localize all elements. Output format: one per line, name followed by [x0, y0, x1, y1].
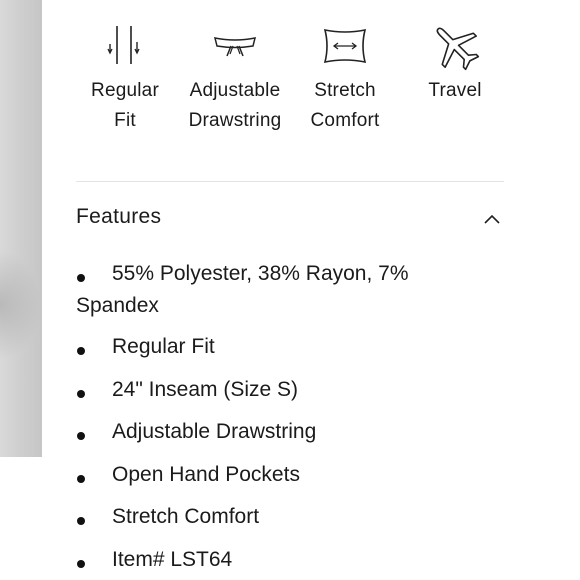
feature-text: Regular Fit: [112, 335, 215, 358]
chevron-up-icon[interactable]: [482, 209, 502, 229]
list-item: Adjustable Drawstring: [76, 416, 496, 448]
regular-fit-icon: [107, 26, 140, 64]
list-item: Regular Fit: [76, 331, 496, 363]
airplane-icon: [436, 27, 480, 71]
drawstring-label: Adjustable Drawstring: [188, 80, 282, 131]
product-details-panel: Regular Fit Adjustable Drawstring Stretc…: [0, 0, 580, 580]
feature-icon-row: Regular Fit Adjustable Drawstring Stretc…: [78, 18, 498, 148]
list-item: Stretch Comfort: [76, 501, 496, 533]
feature-text: Stretch Comfort: [112, 505, 260, 528]
features-title: Features: [76, 205, 162, 228]
drawstring-icon: [213, 37, 257, 57]
regular-fit-badge: Regular Fit: [70, 18, 180, 136]
stretch-badge: Stretch Comfort: [290, 18, 400, 136]
feature-text: Adjustable Drawstring: [112, 420, 317, 443]
feature-text: 55% Polyester, 38% Rayon, 7% Spandex: [76, 262, 409, 317]
stretch-label: Stretch Comfort: [310, 80, 380, 131]
drawstring-badge: Adjustable Drawstring: [180, 18, 290, 136]
travel-badge: Travel: [400, 18, 510, 106]
list-item: Item# LST64: [76, 544, 496, 576]
features-list: 55% Polyester, 38% Rayon, 7% Spandex Reg…: [76, 258, 496, 580]
product-image[interactable]: [0, 0, 42, 457]
feature-text: 24" Inseam (Size S): [112, 377, 299, 401]
section-divider: [76, 181, 504, 182]
feature-text: Open Hand Pockets: [112, 462, 300, 486]
travel-label: Travel: [428, 80, 482, 101]
list-item: 24" Inseam (Size S): [76, 374, 496, 406]
list-item: Open Hand Pockets: [76, 459, 496, 491]
feature-text: Item# LST64: [112, 547, 233, 571]
list-item: 55% Polyester, 38% Rayon, 7% Spandex: [76, 258, 496, 322]
stretch-icon: [323, 28, 367, 64]
features-accordion-header[interactable]: Features: [76, 203, 504, 237]
regular-fit-label: Regular Fit: [91, 80, 159, 131]
